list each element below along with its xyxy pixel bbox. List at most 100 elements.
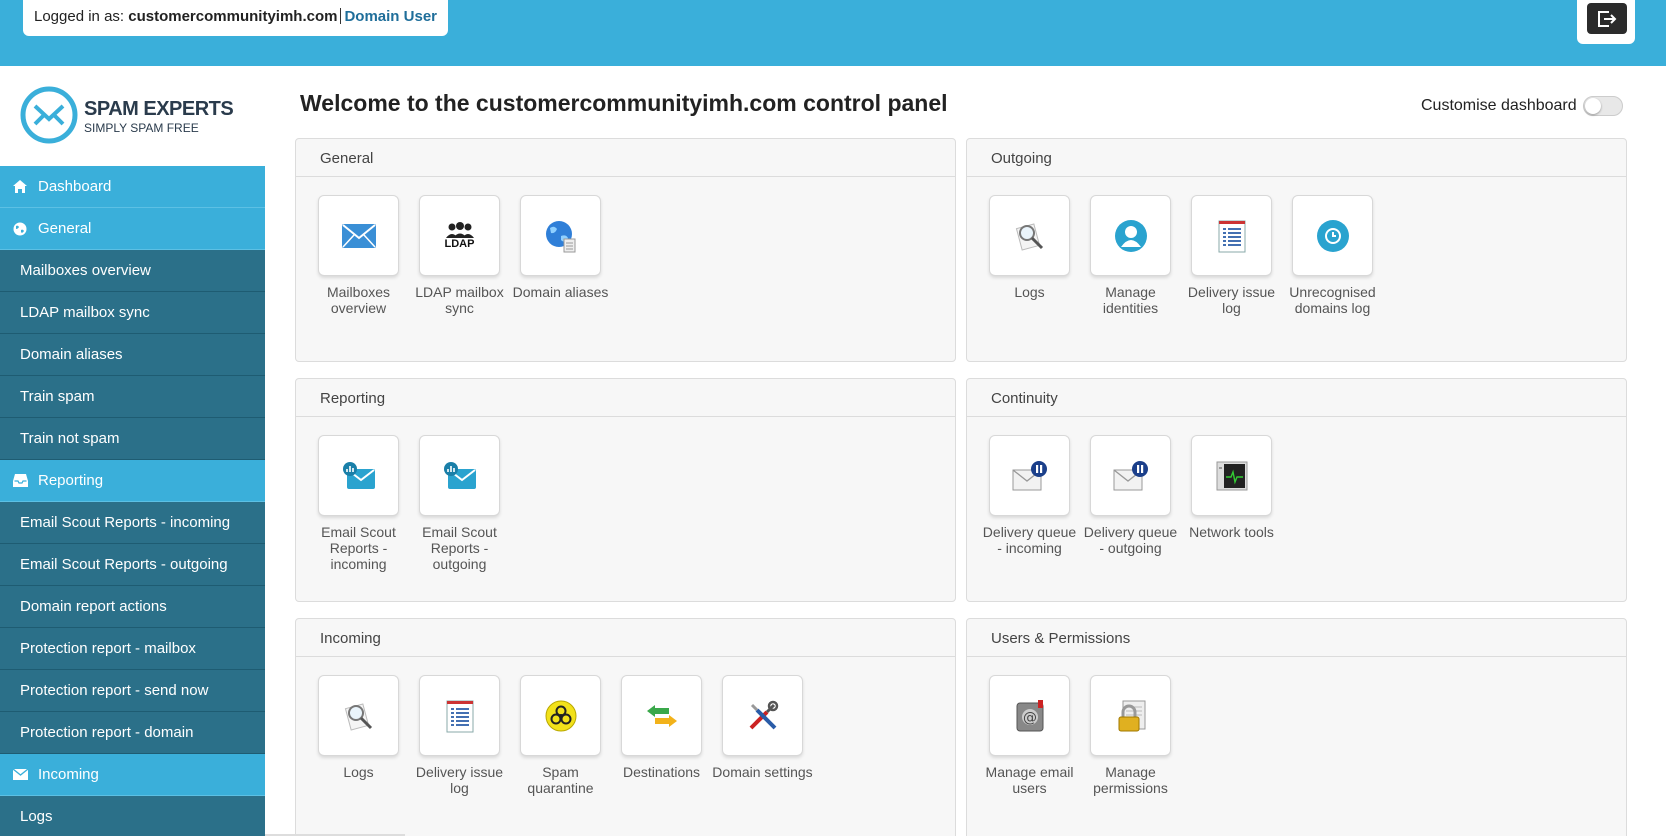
- tile-email-scout-reports-incoming[interactable]: Email Scout Reports - incoming: [308, 435, 409, 572]
- sidebar-item-protection-report-send-now[interactable]: Protection report - send now: [0, 670, 265, 712]
- panel-users-permissions: Users & Permissions @ Manage email users…: [966, 618, 1627, 836]
- at-safe-icon: @: [1016, 699, 1043, 731]
- sidebar-nav: Dashboard General Mailboxes overview LDA…: [0, 166, 265, 836]
- tile-destinations[interactable]: Destinations: [611, 675, 712, 796]
- tile-network-tools[interactable]: Network tools: [1181, 435, 1282, 556]
- logout-button[interactable]: [1587, 3, 1627, 34]
- panel-outgoing: Outgoing Logs Manage identities Delivery…: [966, 138, 1627, 362]
- tile-domain-settings[interactable]: Domain settings: [712, 675, 813, 796]
- tile-mailboxes-overview[interactable]: Mailboxes overview: [308, 195, 409, 316]
- tile-icon-box[interactable]: @: [989, 675, 1070, 756]
- tile-delivery-issue-log-outgoing[interactable]: Delivery issue log: [1181, 195, 1282, 316]
- tile-icon-box[interactable]: [1191, 195, 1272, 276]
- spam-experts-logo[interactable]: SPAM EXPERTS SIMPLY SPAM FREE: [20, 86, 250, 146]
- tile-icon-box[interactable]: [520, 675, 601, 756]
- sidebar-item-email-scout-outgoing[interactable]: Email Scout Reports - outgoing: [0, 544, 265, 586]
- envelope-pause-icon: [1012, 460, 1047, 490]
- sidebar-item-email-scout-incoming[interactable]: Email Scout Reports - incoming: [0, 502, 265, 544]
- tile-label: Unrecognised domains log: [1289, 284, 1376, 316]
- tile-manage-permissions[interactable]: Manage permissions: [1080, 675, 1181, 796]
- tile-domain-aliases[interactable]: Domain aliases: [510, 195, 611, 316]
- tile-icon-box[interactable]: [1292, 195, 1373, 276]
- tile-manage-identities[interactable]: Manage identities: [1080, 195, 1181, 316]
- tile-icon-box[interactable]: [1191, 435, 1272, 516]
- tile-label: Spam quarantine: [527, 764, 594, 796]
- logged-in-label: Logged in as:: [34, 8, 125, 25]
- tile-icon-box[interactable]: [318, 435, 399, 516]
- tile-group: Delivery queue - incoming Delivery queue…: [979, 435, 1282, 556]
- sidebar-item-incoming[interactable]: Incoming: [0, 754, 265, 796]
- tile-incoming-logs[interactable]: Logs: [308, 675, 409, 796]
- tile-unrecognised-domains-log[interactable]: Unrecognised domains log: [1282, 195, 1383, 316]
- sidebar-item-label: Logs: [20, 808, 53, 825]
- tile-manage-email-users[interactable]: @ Manage email users: [979, 675, 1080, 796]
- sidebar-item-label: Train not spam: [20, 430, 120, 447]
- sidebar-item-protection-report-domain[interactable]: Protection report - domain: [0, 712, 265, 754]
- tile-icon-box[interactable]: [989, 195, 1070, 276]
- tile-label: Network tools: [1189, 524, 1274, 540]
- separator: [340, 8, 342, 24]
- sidebar-item-train-not-spam[interactable]: Train not spam: [0, 418, 265, 460]
- sidebar-item-domain-report-actions[interactable]: Domain report actions: [0, 586, 265, 628]
- tile-delivery-issue-log-incoming[interactable]: Delivery issue log: [409, 675, 510, 796]
- logo-tagline: SIMPLY SPAM FREE: [84, 121, 199, 135]
- biohazard-icon: [545, 700, 576, 731]
- svg-text:@: @: [1023, 710, 1037, 726]
- tile-label: Logs: [1014, 284, 1045, 300]
- panel-reporting: Reporting Email Scout Reports - incoming…: [295, 378, 956, 602]
- ldap-users-icon: LDAP: [445, 221, 475, 250]
- panel-title: Continuity: [967, 379, 1626, 417]
- inbox-icon: [12, 473, 28, 489]
- tile-outgoing-logs[interactable]: Logs: [979, 195, 1080, 316]
- tile-spam-quarantine[interactable]: Spam quarantine: [510, 675, 611, 796]
- tile-icon-box[interactable]: [419, 675, 500, 756]
- user-role-link[interactable]: Domain User: [344, 8, 437, 25]
- sidebar-item-label: Email Scout Reports - outgoing: [20, 556, 228, 573]
- sidebar-item-logs[interactable]: Logs: [0, 796, 265, 836]
- tile-icon-box[interactable]: [318, 675, 399, 756]
- tile-icon-box[interactable]: [722, 675, 803, 756]
- tile-label: Manage permissions: [1093, 764, 1168, 796]
- tile-icon-box[interactable]: [989, 435, 1070, 516]
- sidebar: SPAM EXPERTS SIMPLY SPAM FREE Dashboard …: [0, 66, 265, 836]
- tile-icon-box[interactable]: [1090, 195, 1171, 276]
- sidebar-item-mailboxes-overview[interactable]: Mailboxes overview: [0, 250, 265, 292]
- home-icon: [12, 179, 28, 195]
- tile-icon-box[interactable]: [1090, 435, 1171, 516]
- sidebar-item-train-spam[interactable]: Train spam: [0, 376, 265, 418]
- sidebar-item-protection-report-mailbox[interactable]: Protection report - mailbox: [0, 628, 265, 670]
- sidebar-item-label: Domain aliases: [20, 346, 123, 363]
- tile-icon-box[interactable]: [419, 435, 500, 516]
- tile-icon-box[interactable]: [520, 195, 601, 276]
- panel-title: Reporting: [296, 379, 955, 417]
- tile-delivery-queue-incoming[interactable]: Delivery queue - incoming: [979, 435, 1080, 556]
- tile-icon-box[interactable]: [1090, 675, 1171, 756]
- sidebar-item-label: Mailboxes overview: [20, 262, 151, 279]
- tile-label: LDAP mailbox sync: [415, 284, 504, 316]
- tile-icon-box[interactable]: [318, 195, 399, 276]
- tile-label: Delivery issue log: [415, 764, 504, 796]
- tile-label: Manage identities: [1102, 284, 1159, 316]
- panel-incoming: Incoming Logs Delivery issue log Spam qu…: [295, 618, 956, 836]
- tile-group: Mailboxes overview LDAP LDAP mailbox syn…: [308, 195, 611, 316]
- sidebar-item-ldap-mailbox-sync[interactable]: LDAP mailbox sync: [0, 292, 265, 334]
- sidebar-item-label: Reporting: [38, 472, 104, 489]
- sidebar-item-label: Protection report - send now: [20, 682, 209, 699]
- tile-icon-box[interactable]: LDAP: [419, 195, 500, 276]
- panel-title: Users & Permissions: [967, 619, 1626, 657]
- tile-email-scout-reports-outgoing[interactable]: Email Scout Reports - outgoing: [409, 435, 510, 572]
- tile-icon-box[interactable]: [621, 675, 702, 756]
- customise-dashboard-toggle[interactable]: [1582, 96, 1623, 116]
- tile-label: Email Scout Reports - incoming: [321, 524, 396, 572]
- sidebar-item-dashboard[interactable]: Dashboard: [0, 166, 265, 208]
- tile-label: Logs: [343, 764, 374, 780]
- sidebar-item-domain-aliases[interactable]: Domain aliases: [0, 334, 265, 376]
- sidebar-item-reporting[interactable]: Reporting: [0, 460, 265, 502]
- tile-ldap-mailbox-sync[interactable]: LDAP LDAP mailbox sync: [409, 195, 510, 316]
- tile-label: Delivery issue log: [1187, 284, 1276, 316]
- tile-delivery-queue-outgoing[interactable]: Delivery queue - outgoing: [1080, 435, 1181, 556]
- envelope-chart-icon: [342, 461, 375, 489]
- sidebar-item-general[interactable]: General: [0, 208, 265, 250]
- logo-name: SPAM EXPERTS: [84, 98, 234, 120]
- globe-document-icon: [545, 220, 575, 252]
